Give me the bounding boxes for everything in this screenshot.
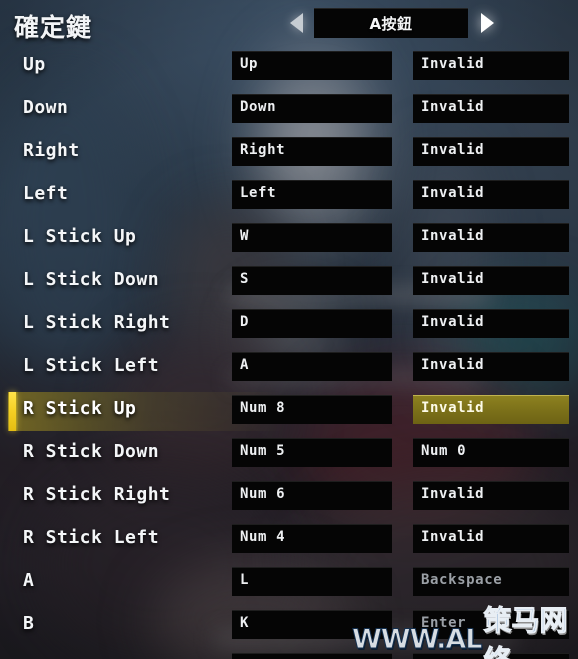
key-binding-row[interactable]: Right Right Invalid <box>0 132 578 175</box>
key-binding-row[interactable]: L Stick Down S Invalid <box>0 261 578 304</box>
secondary-binding-field[interactable]: Invalid <box>413 352 569 381</box>
key-binding-list: Up Up Invalid Down Down Invalid Right Right Inva… <box>0 46 578 659</box>
key-binding-label: A <box>23 570 35 591</box>
primary-binding-field[interactable]: Num 4 <box>232 524 392 553</box>
primary-binding-field[interactable]: Num 5 <box>232 438 392 467</box>
device-selector-value: A按鈕 <box>369 14 413 33</box>
header: 確定鍵 A按鈕 <box>0 0 578 46</box>
key-binding-row[interactable]: R Stick Down Num 5 Num 0 <box>0 433 578 476</box>
primary-binding-value: Num 5 <box>240 443 286 459</box>
key-binding-label: R Stick Right <box>23 484 171 505</box>
key-binding-label: R Stick Up <box>23 398 137 419</box>
primary-binding-field[interactable]: Down <box>232 94 392 123</box>
selection-indicator-bar <box>9 392 16 431</box>
primary-binding-field[interactable]: Up <box>232 51 392 80</box>
primary-binding-field[interactable]: D <box>232 309 392 338</box>
key-binding-row[interactable]: R Stick Left Num 4 Invalid <box>0 519 578 562</box>
secondary-binding-field[interactable]: Invalid <box>413 137 569 166</box>
key-binding-label: R Stick Left <box>23 527 160 548</box>
watermark: WWW.AL 策马网络 <box>352 604 578 659</box>
primary-binding-value: L <box>240 572 250 588</box>
secondary-binding-value: Backspace <box>421 572 503 588</box>
secondary-binding-field[interactable]: Invalid <box>413 180 569 209</box>
device-selector-value-box[interactable]: A按鈕 <box>314 8 468 38</box>
secondary-binding-field[interactable]: Invalid <box>413 395 569 424</box>
key-binding-row[interactable]: L Stick Up W Invalid <box>0 218 578 261</box>
primary-binding-value: Num 8 <box>240 400 286 416</box>
key-binding-label: Down <box>23 97 69 118</box>
primary-binding-value: A <box>240 357 250 373</box>
secondary-binding-value: Invalid <box>421 185 485 201</box>
primary-binding-value: Up <box>240 56 259 72</box>
primary-binding-value: S <box>240 271 250 287</box>
chevron-right-icon[interactable] <box>481 13 494 33</box>
secondary-binding-field[interactable]: Invalid <box>413 223 569 252</box>
secondary-binding-value: Invalid <box>421 142 485 158</box>
secondary-binding-field[interactable]: Backspace <box>413 567 569 596</box>
primary-binding-value: Left <box>240 185 277 201</box>
key-binding-label: Right <box>23 140 80 161</box>
primary-binding-field[interactable]: A <box>232 352 392 381</box>
key-binding-label: L Stick Up <box>23 226 137 247</box>
key-binding-row[interactable]: L Stick Left A Invalid <box>0 347 578 390</box>
page-title: 確定鍵 <box>14 13 93 42</box>
secondary-binding-field[interactable]: Invalid <box>413 266 569 295</box>
secondary-binding-field[interactable]: Invalid <box>413 481 569 510</box>
key-binding-row[interactable]: L Stick Right D Invalid <box>0 304 578 347</box>
primary-binding-value: Num 6 <box>240 486 286 502</box>
key-binding-label: R Stick Down <box>23 441 160 462</box>
watermark-cjk: 策马网络 <box>483 604 568 659</box>
secondary-binding-value: Invalid <box>421 314 485 330</box>
secondary-binding-field[interactable]: Invalid <box>413 309 569 338</box>
key-binding-label: Up <box>23 54 46 75</box>
secondary-binding-value: Invalid <box>421 357 485 373</box>
secondary-binding-field[interactable]: Num 0 <box>413 438 569 467</box>
key-binding-row[interactable]: R Stick Up Num 8 Invalid <box>0 390 578 433</box>
primary-binding-field[interactable]: L <box>232 567 392 596</box>
key-binding-label: L Stick Down <box>23 269 160 290</box>
chevron-left-icon[interactable] <box>290 13 303 33</box>
primary-binding-value: K <box>240 615 250 631</box>
primary-binding-field[interactable]: Left <box>232 180 392 209</box>
primary-binding-value: Right <box>240 142 286 158</box>
secondary-binding-value: Invalid <box>421 529 485 545</box>
secondary-binding-value: Invalid <box>421 228 485 244</box>
secondary-binding-field[interactable]: Invalid <box>413 524 569 553</box>
secondary-binding-field[interactable]: Invalid <box>413 94 569 123</box>
device-selector: A按鈕 <box>286 8 498 38</box>
key-binding-label: B <box>23 613 35 634</box>
key-binding-row[interactable]: Left Left Invalid <box>0 175 578 218</box>
secondary-binding-value: Invalid <box>421 400 485 416</box>
primary-binding-value: W <box>240 228 250 244</box>
primary-binding-field[interactable]: Num 8 <box>232 395 392 424</box>
secondary-binding-value: Invalid <box>421 99 485 115</box>
primary-binding-field[interactable]: Right <box>232 137 392 166</box>
key-binding-row[interactable]: Down Down Invalid <box>0 89 578 132</box>
watermark-latin: WWW.AL <box>352 623 484 655</box>
key-binding-row[interactable]: Up Up Invalid <box>0 46 578 89</box>
primary-binding-field[interactable]: Num 6 <box>232 481 392 510</box>
secondary-binding-value: Invalid <box>421 271 485 287</box>
key-binding-label: L Stick Right <box>23 312 171 333</box>
primary-binding-value: Down <box>240 99 277 115</box>
secondary-binding-value: Invalid <box>421 486 485 502</box>
secondary-binding-field[interactable]: Invalid <box>413 51 569 80</box>
primary-binding-value: Num 4 <box>240 529 286 545</box>
key-binding-row[interactable]: R Stick Right Num 6 Invalid <box>0 476 578 519</box>
primary-binding-field[interactable]: S <box>232 266 392 295</box>
primary-binding-field[interactable]: W <box>232 223 392 252</box>
primary-binding-value: D <box>240 314 250 330</box>
key-config-screen: 確定鍵 A按鈕 Up Up Invalid Down Down Invalid Right R… <box>0 0 578 659</box>
secondary-binding-value: Num 0 <box>421 443 467 459</box>
secondary-binding-value: Invalid <box>421 56 485 72</box>
key-binding-label: L Stick Left <box>23 355 160 376</box>
key-binding-label: Left <box>23 183 69 204</box>
